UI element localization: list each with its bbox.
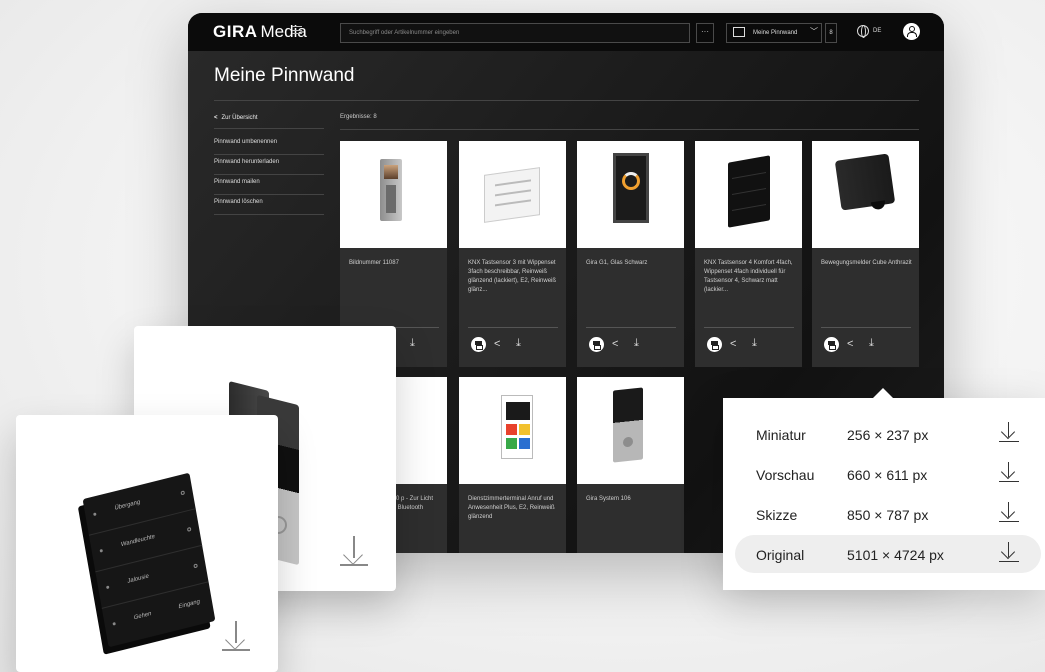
print-icon[interactable]: [707, 337, 722, 352]
page-title: Meine Pinnwand: [214, 65, 355, 86]
product-name: Bewegungsmelder Cube Anthrazit: [821, 260, 912, 266]
product-card[interactable]: Bewegungsmelder Cube Anthrazit < ⤓: [812, 141, 919, 367]
download-icon[interactable]: ⤓: [410, 337, 415, 350]
divider: [340, 129, 919, 130]
share-icon[interactable]: <: [730, 338, 736, 350]
download-icon[interactable]: ⤓: [752, 337, 757, 350]
product-render: [613, 153, 649, 223]
product-render: [613, 387, 643, 463]
sidebar-item-delete[interactable]: Pinnwand löschen: [214, 195, 324, 215]
product-name: Gira System 106: [586, 496, 631, 502]
sidebar-item-rename[interactable]: Pinnwand umbenennen: [214, 135, 324, 155]
download-icon[interactable]: [999, 541, 1019, 563]
download-sizes-popover: Miniatur 256 × 237 px Vorschau 660 × 611…: [723, 388, 1045, 590]
product-image[interactable]: [340, 141, 447, 248]
share-icon[interactable]: <: [847, 338, 853, 350]
product-card[interactable]: KNX Tastsensor 4 Komfort 4fach, Wippense…: [695, 141, 802, 367]
product-name: KNX Tastsensor 4 Komfort 4fach, Wippense…: [704, 260, 793, 293]
product-card[interactable]: Dienstzimmerterminal Anruf und Anwesenhe…: [459, 377, 566, 553]
add-to-board-icon: [733, 27, 745, 37]
user-icon[interactable]: [903, 23, 920, 40]
size-option-vorschau[interactable]: Vorschau 660 × 611 px: [735, 455, 1041, 493]
product-image[interactable]: [577, 377, 684, 484]
product-render: [484, 167, 540, 223]
search-input[interactable]: Suchbegriff oder Artikelnummer eingeben: [340, 23, 690, 43]
download-icon[interactable]: [340, 536, 368, 566]
download-icon[interactable]: [222, 621, 250, 651]
product-image[interactable]: [695, 141, 802, 248]
download-icon[interactable]: ⤓: [516, 337, 521, 350]
globe-icon[interactable]: [857, 25, 869, 38]
back-link[interactable]: < Zur Übersicht: [214, 109, 324, 129]
product-render: [728, 155, 770, 228]
hamburger-icon[interactable]: [292, 26, 302, 34]
chevron-left-icon: <: [214, 115, 218, 121]
preview-panel-keypad[interactable]: Übergang Wandleuchte Jalousie Gehen Einga…: [16, 415, 278, 672]
product-image[interactable]: [459, 141, 566, 248]
results-count: Ergebnisse: 8: [340, 114, 377, 120]
size-option-skizze[interactable]: Skizze 850 × 787 px: [735, 495, 1041, 533]
product-card[interactable]: KNX Tastsensor 3 mit Wippenset 3fach bes…: [459, 141, 566, 367]
size-option-original[interactable]: Original 5101 × 4724 px: [735, 535, 1041, 573]
board-count-badge: 8: [825, 23, 837, 43]
language-selector[interactable]: DE: [873, 28, 881, 34]
sidebar-item-mail[interactable]: Pinnwand mailen: [214, 175, 324, 195]
print-icon[interactable]: [824, 337, 839, 352]
product-name: Dienstzimmerterminal Anruf und Anwesenhe…: [468, 496, 555, 520]
download-icon[interactable]: [999, 501, 1019, 523]
product-name: Bildnummer 11087: [349, 260, 399, 266]
divider: [214, 100, 919, 101]
product-name: Gira G1, Glas Schwarz: [586, 260, 648, 266]
keypad-render: Übergang Wandleuchte Jalousie Gehen Einga…: [82, 472, 216, 648]
product-render: [834, 153, 896, 211]
product-card[interactable]: Gira System 106: [577, 377, 684, 553]
download-icon[interactable]: [999, 461, 1019, 483]
top-bar: GIRA Media Suchbegriff oder Artikelnummer…: [188, 13, 944, 51]
print-icon[interactable]: [589, 337, 604, 352]
product-name: KNX Tastsensor 3 mit Wippenset 3fach bes…: [468, 260, 557, 293]
product-image[interactable]: [812, 141, 919, 248]
sidebar: < Zur Übersicht Pinnwand umbenennen Pinnw…: [214, 109, 324, 215]
chevron-down-icon[interactable]: ﹀: [810, 26, 818, 37]
share-icon[interactable]: <: [612, 338, 618, 350]
download-icon[interactable]: ⤓: [869, 337, 874, 350]
size-option-miniatur[interactable]: Miniatur 256 × 237 px: [735, 415, 1041, 453]
product-render: [380, 159, 402, 221]
product-render: [501, 395, 533, 459]
more-button[interactable]: ···: [696, 23, 714, 43]
sidebar-item-download[interactable]: Pinnwand herunterladen: [214, 155, 324, 175]
share-icon[interactable]: <: [494, 338, 500, 350]
product-card[interactable]: Gira G1, Glas Schwarz < ⤓: [577, 141, 684, 367]
print-icon[interactable]: [471, 337, 486, 352]
download-icon[interactable]: ⤓: [634, 337, 639, 350]
download-icon[interactable]: [999, 421, 1019, 443]
product-image[interactable]: [577, 141, 684, 248]
product-image[interactable]: [459, 377, 566, 484]
